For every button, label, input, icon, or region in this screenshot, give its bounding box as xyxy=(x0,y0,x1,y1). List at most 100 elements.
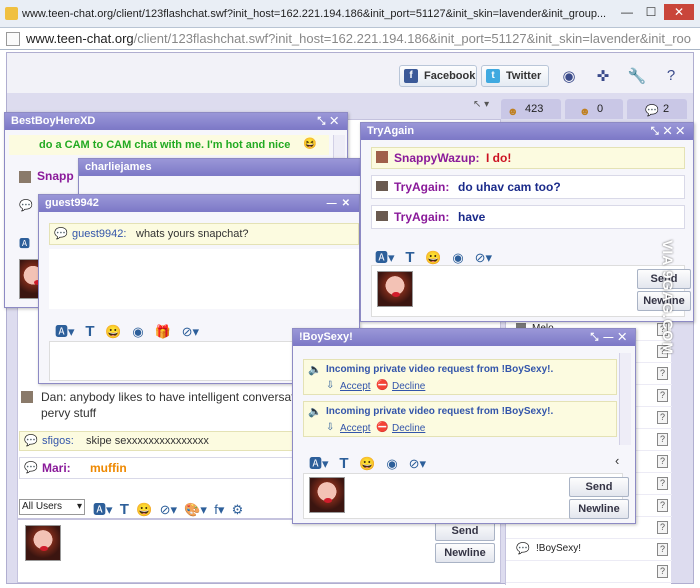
mood-icon[interactable]: ⊘▾ xyxy=(182,324,199,339)
scrollbar[interactable] xyxy=(619,353,631,445)
my-avatar xyxy=(25,525,61,561)
status-icon: ? xyxy=(657,389,668,402)
decline-icon: ⛔ xyxy=(376,380,389,391)
avatar xyxy=(376,181,388,191)
window-titlebar[interactable]: charliejames xyxy=(79,159,367,176)
collapse-chevron-icon[interactable]: ‹ xyxy=(615,453,619,468)
facebook-share-icon[interactable]: f▾ xyxy=(214,502,224,517)
scrollbar[interactable] xyxy=(333,135,345,159)
font-icon[interactable]: 🅰▾ xyxy=(93,502,113,517)
status-icon: ? xyxy=(657,499,668,512)
tab-scroll-arrows[interactable]: ↖ ▾ xyxy=(473,99,489,110)
palette-icon[interactable]: 🎨▾ xyxy=(184,502,207,517)
avatar xyxy=(376,211,388,221)
emoticon-icon[interactable]: 😀 xyxy=(359,456,375,471)
font-icon[interactable]: 🅰 xyxy=(19,235,30,251)
close-button[interactable]: ✕ xyxy=(664,4,694,20)
url-path: /client/123flashchat.swf?init_host=162.2… xyxy=(133,31,692,46)
minimize-button[interactable]: — xyxy=(616,4,638,20)
font-icon[interactable]: 🅰▾ xyxy=(375,250,395,265)
video-request-message: 🔈 Incoming private video request from !B… xyxy=(303,401,617,437)
settings-icon[interactable]: ⚙ xyxy=(232,502,244,517)
accept-link[interactable]: Accept xyxy=(340,379,371,394)
accept-icon: ⇩ xyxy=(326,422,335,433)
facebook-icon: f xyxy=(404,69,418,83)
window-titlebar[interactable]: !BoySexy! ⤡—✕ xyxy=(293,329,635,346)
laughing-emoticon-icon: 😆 xyxy=(303,138,317,150)
page-favicon-icon xyxy=(5,7,18,20)
avatar xyxy=(376,151,388,163)
top-toolbar: f Facebook t Twitter ◉ ✜ 🔧 ? xyxy=(7,53,693,93)
text-format-icon[interactable]: T xyxy=(405,249,414,266)
send-button[interactable]: Send xyxy=(569,477,629,497)
speech-bubble-icon: 💬 xyxy=(645,105,659,117)
help-icon[interactable]: ? xyxy=(661,67,681,87)
text-format-icon[interactable]: T xyxy=(339,455,348,472)
mood-icon[interactable]: ⊘▾ xyxy=(160,502,177,517)
mood-icon[interactable]: ⊘▾ xyxy=(475,250,492,265)
decline-link[interactable]: Decline xyxy=(392,421,425,436)
status-icon: ? xyxy=(657,455,668,468)
users-icon: ☻ xyxy=(507,106,519,118)
window-titlebar[interactable]: TryAgain ⤡✕✕ xyxy=(361,123,693,140)
user-row[interactable]: 💬 !BoySexy!? xyxy=(506,539,672,561)
status-icon: ? xyxy=(657,433,668,446)
user-row[interactable]: ? xyxy=(506,561,672,583)
webcam-icon[interactable]: ◉ xyxy=(386,456,397,471)
twitter-button[interactable]: t Twitter xyxy=(481,65,549,87)
window-controls[interactable]: ⤡✕ xyxy=(317,113,343,130)
speech-bubble-icon: 💬 xyxy=(54,228,68,240)
mood-icon[interactable]: ⊘▾ xyxy=(409,456,426,471)
decline-icon: ⛔ xyxy=(376,422,389,433)
private-window-boysexy[interactable]: !BoySexy! ⤡—✕ 🔈 Incoming private video re… xyxy=(292,328,636,524)
window-controls[interactable]: ⤡✕✕ xyxy=(651,123,689,140)
window-titlebar[interactable]: BestBoyHereXD ⤡✕ xyxy=(5,113,347,130)
chat-message: TryAgain: have xyxy=(371,205,685,229)
input-toolbar: 🅰▾ T 😀 ◉ 🎁 ⊘▾ xyxy=(55,321,199,340)
chat-message: SnappyWazup: I do! xyxy=(371,147,685,169)
private-window-tryagain[interactable]: TryAgain ⤡✕✕ SnappyWazup: I do! TryAgain:… xyxy=(360,122,694,322)
gamepad-icon[interactable]: ✜ xyxy=(593,67,613,87)
video-request-message: 🔈 Incoming private video request from !B… xyxy=(303,359,617,395)
webcam-icon[interactable]: ◉ xyxy=(132,324,143,339)
accept-icon: ⇩ xyxy=(326,380,335,391)
browser-titlebar: www.teen-chat.org/client/123flashchat.sw… xyxy=(0,0,700,28)
tab-cams[interactable]: ☻ 0 xyxy=(565,99,623,119)
window-titlebar[interactable]: guest9942 —✕ xyxy=(39,195,359,212)
avatar xyxy=(19,171,31,183)
newline-button[interactable]: Newline xyxy=(569,499,629,519)
page-icon xyxy=(6,32,20,46)
webcam-icon[interactable]: ◉ xyxy=(559,67,579,87)
main-newline-button[interactable]: Newline xyxy=(435,543,495,563)
status-icon: ? xyxy=(657,477,668,490)
input-toolbar: 🅰▾ T 😀 ◉ ⊘▾ xyxy=(375,247,492,266)
address-bar[interactable]: www.teen-chat.org/client/123flashchat.sw… xyxy=(0,28,700,50)
window-controls[interactable]: —✕ xyxy=(327,195,355,212)
font-icon[interactable]: 🅰▾ xyxy=(55,324,75,339)
text-format-icon[interactable]: T xyxy=(120,501,129,518)
emoticon-icon[interactable]: 😀 xyxy=(136,502,152,517)
speaker-icon: 🔈 xyxy=(308,406,322,418)
decline-link[interactable]: Decline xyxy=(392,379,425,394)
font-icon[interactable]: 🅰▾ xyxy=(309,456,329,471)
avatar xyxy=(309,477,345,513)
speaker-icon: 🔈 xyxy=(308,364,322,376)
main-message-input[interactable] xyxy=(17,519,501,583)
webcam-icon[interactable]: ◉ xyxy=(452,250,463,265)
status-icon: ? xyxy=(657,565,668,578)
tab-private-messages[interactable]: 💬 2 xyxy=(627,99,687,119)
emoticon-icon[interactable]: 😀 xyxy=(105,324,121,339)
accept-link[interactable]: Accept xyxy=(340,421,371,436)
facebook-button[interactable]: f Facebook xyxy=(399,65,477,87)
main-send-button[interactable]: Send xyxy=(435,521,495,541)
maximize-button[interactable]: ☐ xyxy=(640,4,662,20)
gift-icon[interactable]: 🎁 xyxy=(155,324,171,339)
user-target-select[interactable]: All Users ▾ xyxy=(19,499,85,515)
window-controls[interactable]: ⤡—✕ xyxy=(590,329,631,346)
status-icon: ? xyxy=(657,411,668,424)
status-icon: ? xyxy=(657,543,668,556)
tab-users[interactable]: ☻ 423 xyxy=(501,99,561,119)
wrench-icon[interactable]: 🔧 xyxy=(627,67,647,87)
text-format-icon[interactable]: T xyxy=(85,323,94,340)
emoticon-icon[interactable]: 😀 xyxy=(425,250,441,265)
